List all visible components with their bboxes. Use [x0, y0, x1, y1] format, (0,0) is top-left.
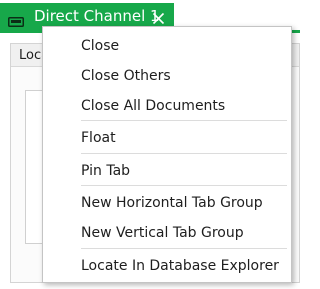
tab-context-menu: Close Close Others Close All Documents F… [42, 26, 292, 283]
menu-item-new-vertical-tab-group[interactable]: New Vertical Tab Group [43, 220, 291, 246]
menu-separator [81, 153, 287, 154]
menu-item-new-horizontal-tab-group[interactable]: New Horizontal Tab Group [43, 190, 291, 216]
menu-item-label: New Vertical Tab Group [81, 225, 244, 241]
menu-item-label: Locate In Database Explorer [81, 258, 279, 274]
document-tab-title: Direct Channel 1 [34, 7, 160, 25]
ethernet-connector-icon [8, 12, 24, 27]
menu-item-label: Close All Documents [81, 98, 226, 114]
menu-item-label: New Horizontal Tab Group [81, 195, 263, 211]
menu-item-float[interactable]: Float [43, 125, 291, 151]
menu-item-label: Close [81, 38, 120, 54]
menu-item-close-others[interactable]: Close Others [43, 63, 291, 89]
menu-item-label: Float [81, 130, 116, 146]
menu-separator [81, 120, 287, 121]
menu-item-locate-in-database-explorer[interactable]: Locate In Database Explorer [43, 253, 291, 279]
menu-separator [81, 185, 287, 186]
menu-item-label: Pin Tab [81, 163, 131, 179]
menu-separator [81, 248, 287, 249]
close-icon[interactable] [152, 10, 165, 25]
menu-item-pin-tab[interactable]: Pin Tab [43, 158, 291, 184]
menu-item-close[interactable]: Close [43, 33, 291, 59]
menu-item-close-all-documents[interactable]: Close All Documents [43, 93, 291, 119]
menu-item-label: Close Others [81, 68, 171, 84]
